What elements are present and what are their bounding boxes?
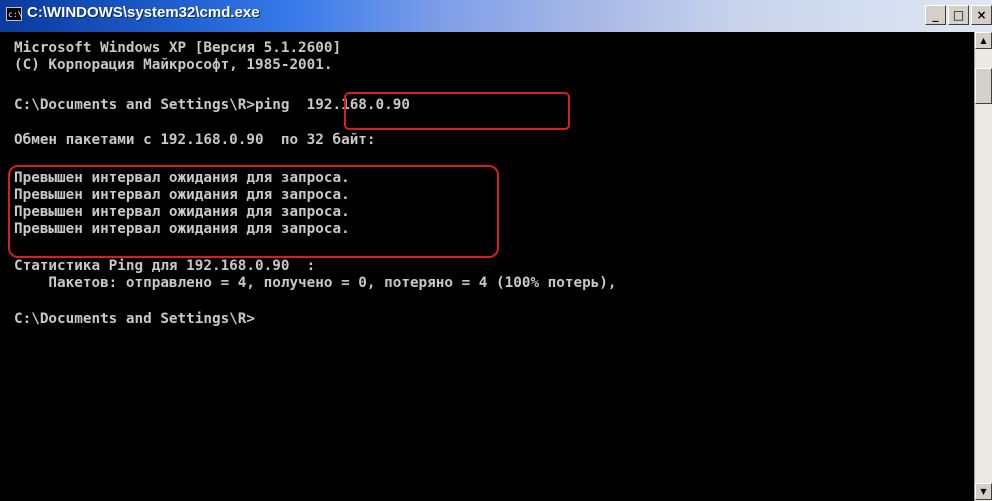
console-line: (С) Корпорация Майкрософт, 1985-2001. [14,57,333,73]
window-title: C:\WINDOWS\system32\cmd.exe [27,4,260,21]
console-output[interactable]: Microsoft Windows XP [Версия 5.1.2600] (… [14,40,974,500]
window-controls: _ □ × [925,5,992,25]
ping-command-line: C:\Documents and Settings\R>ping 192.168… [14,97,410,113]
scroll-down-icon[interactable]: ▼ [975,483,992,500]
prompt-line: C:\Documents and Settings\R> [14,311,256,327]
timeout-line: Превышен интервал ожидания для запроса. [14,170,350,186]
exchange-line: Обмен пакетами с 192.168.0.90 по 32 байт… [14,132,376,148]
timeout-line: Превышен интервал ожидания для запроса. [14,187,350,203]
scroll-up-icon[interactable]: ▲ [975,32,992,49]
timeout-line: Превышен интервал ожидания для запроса. [14,204,350,220]
timeout-line: Превышен интервал ожидания для запроса. [14,221,350,237]
packets-line: Пакетов: отправлено = 4, получено = 0, п… [14,275,617,291]
console-window: c:\ C:\WINDOWS\system32\cmd.exe _ □ × Mi… [0,0,992,501]
minimize-button[interactable]: _ [925,5,946,25]
close-button[interactable]: × [971,5,992,25]
statistics-line: Статистика Ping для 192.168.0.90 : [14,258,316,274]
title-bar[interactable]: c:\ C:\WINDOWS\system32\cmd.exe _ □ × [0,0,992,32]
maximize-button[interactable]: □ [948,5,969,25]
vertical-scrollbar[interactable]: ▲ ▼ [974,32,992,501]
cmd-icon[interactable]: c:\ [6,7,22,21]
scroll-thumb[interactable] [975,68,992,104]
console-line: Microsoft Windows XP [Версия 5.1.2600] [14,40,342,56]
